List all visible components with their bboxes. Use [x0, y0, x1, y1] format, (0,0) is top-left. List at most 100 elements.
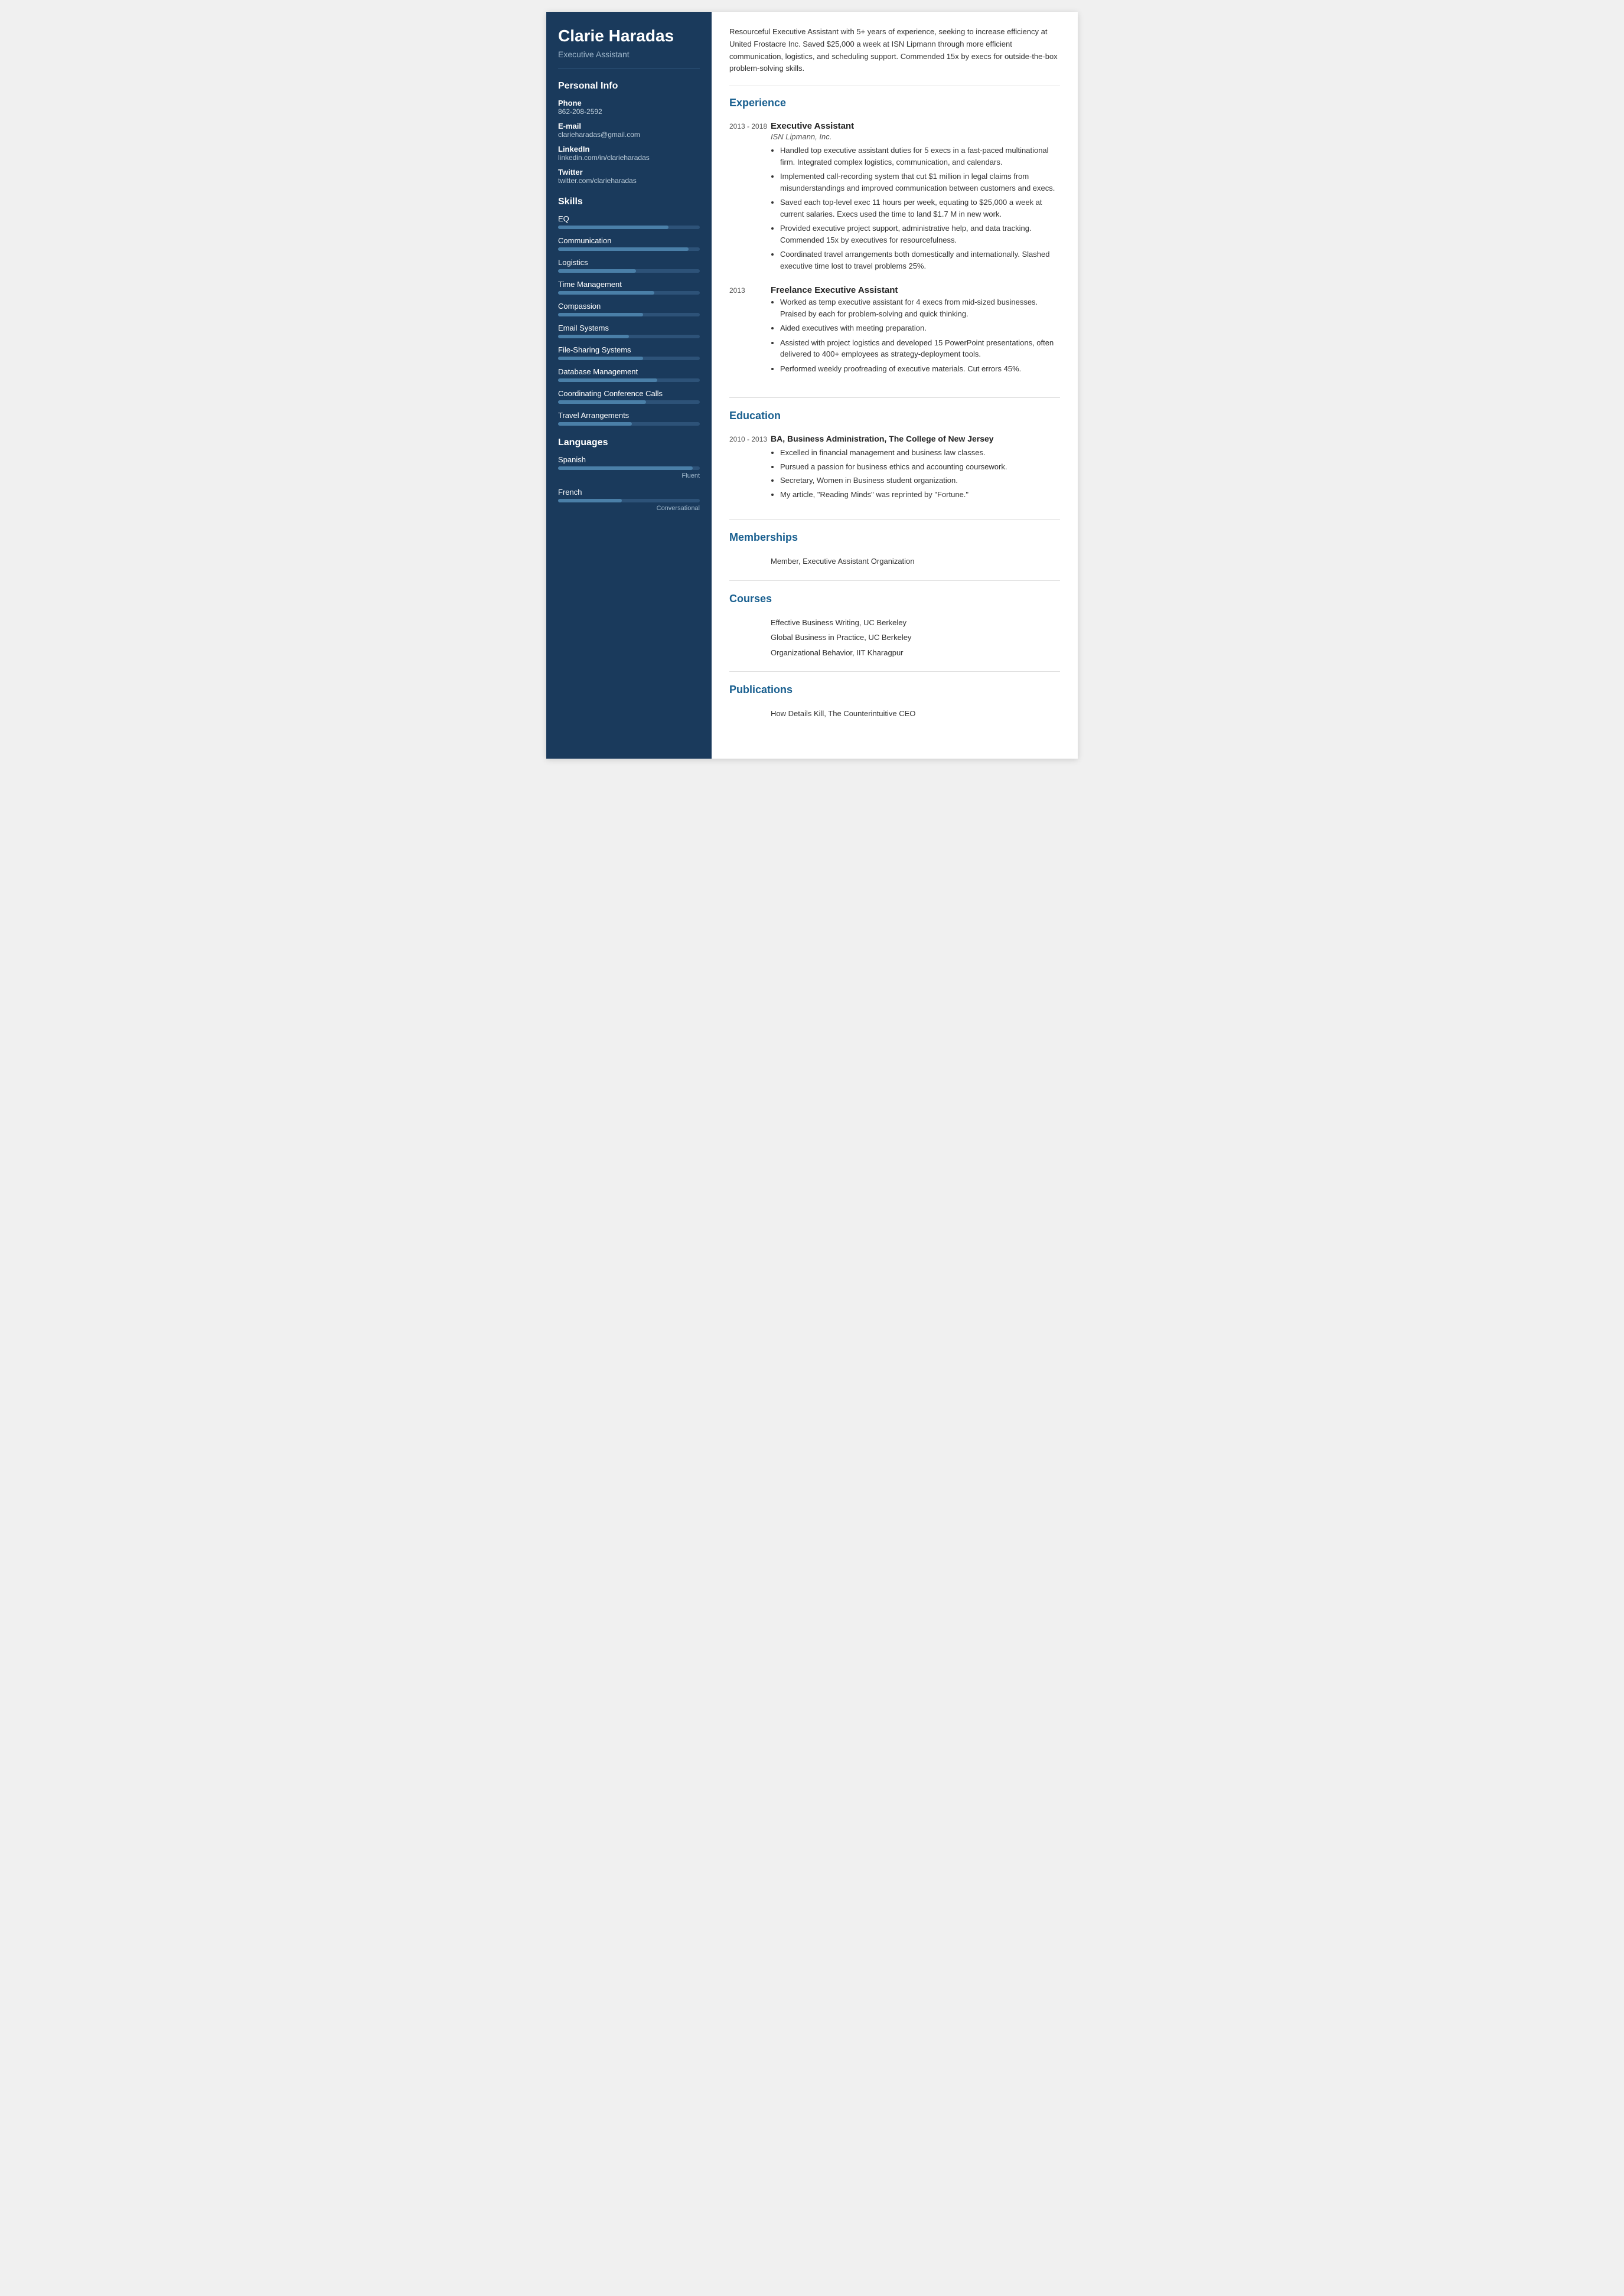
skill-bar-fill — [558, 378, 657, 382]
skill-name: Coordinating Conference Calls — [558, 389, 700, 398]
exp-content: Freelance Executive Assistant Worked as … — [771, 285, 1060, 377]
skill-name: Travel Arrangements — [558, 411, 700, 420]
skill-bar-bg — [558, 247, 700, 251]
twitter-value: twitter.com/clarieharadas — [558, 177, 700, 185]
education-heading: Education — [729, 410, 1060, 426]
course-row: Global Business in Practice, UC Berkeley — [729, 632, 1060, 644]
candidate-name: Clarie Haradas — [558, 26, 700, 46]
skill-item: Logistics — [558, 258, 700, 273]
skill-bar-bg — [558, 313, 700, 316]
linkedin-label: LinkedIn — [558, 145, 700, 153]
language-level: Fluent — [558, 472, 700, 479]
exp-bullets: Handled top executive assistant duties f… — [771, 145, 1060, 272]
email-label: E-mail — [558, 122, 700, 130]
edu-degree: BA, Business Administration, The College… — [771, 434, 1060, 443]
exp-bullet: Performed weekly proofreading of executi… — [780, 363, 1060, 375]
language-bar-fill — [558, 499, 622, 502]
courses-section: Courses Effective Business Writing, UC B… — [729, 593, 1060, 672]
skill-name: Time Management — [558, 280, 700, 289]
education-entry: 2010 - 2013 BA, Business Administration,… — [729, 434, 1060, 502]
experience-entry: 2013 - 2018 Executive Assistant ISN Lipm… — [729, 121, 1060, 275]
language-bar-bg — [558, 499, 700, 502]
exp-content: Executive Assistant ISN Lipmann, Inc. Ha… — [771, 121, 1060, 275]
exp-job-title: Executive Assistant — [771, 121, 1060, 131]
course-text: Organizational Behavior, IIT Kharagpur — [771, 647, 904, 659]
experience-list: 2013 - 2018 Executive Assistant ISN Lipm… — [729, 121, 1060, 377]
skill-bar-fill — [558, 313, 643, 316]
skill-name: Compassion — [558, 302, 700, 311]
languages-heading: Languages — [558, 437, 700, 448]
skill-bar-bg — [558, 422, 700, 426]
skill-name: File-Sharing Systems — [558, 345, 700, 354]
courses-heading: Courses — [729, 593, 1060, 609]
course-text: Global Business in Practice, UC Berkeley — [771, 632, 911, 644]
edu-bullet: Excelled in financial management and bus… — [780, 447, 1060, 459]
edu-bullet: Pursued a passion for business ethics an… — [780, 461, 1060, 473]
skill-name: EQ — [558, 214, 700, 223]
skill-bar-bg — [558, 357, 700, 360]
skill-bar-bg — [558, 400, 700, 404]
skill-bar-fill — [558, 269, 636, 273]
resume-container: Clarie Haradas Executive Assistant Perso… — [546, 12, 1078, 759]
exp-company: ISN Lipmann, Inc. — [771, 132, 1060, 141]
course-indent — [729, 617, 771, 629]
skill-item: Database Management — [558, 367, 700, 382]
skill-bar-fill — [558, 226, 668, 229]
membership-indent — [729, 556, 771, 567]
skill-bar-fill — [558, 357, 643, 360]
language-name: Spanish — [558, 455, 700, 464]
exp-bullet: Provided executive project support, admi… — [780, 223, 1060, 246]
language-item: French Conversational — [558, 488, 700, 512]
memberships-list: Member, Executive Assistant Organization — [729, 556, 1060, 567]
language-item: Spanish Fluent — [558, 455, 700, 479]
skill-item: Communication — [558, 236, 700, 251]
exp-bullet: Assisted with project logistics and deve… — [780, 337, 1060, 360]
phone-value: 862-208-2592 — [558, 107, 700, 116]
twitter-item: Twitter twitter.com/clarieharadas — [558, 168, 700, 185]
edu-bullets: Excelled in financial management and bus… — [771, 447, 1060, 500]
education-list: 2010 - 2013 BA, Business Administration,… — [729, 434, 1060, 502]
skill-bar-fill — [558, 422, 632, 426]
skill-name: Communication — [558, 236, 700, 245]
exp-bullet: Worked as temp executive assistant for 4… — [780, 296, 1060, 319]
language-bar-fill — [558, 466, 693, 470]
email-value: clarieharadas@gmail.com — [558, 130, 700, 139]
skill-item: EQ — [558, 214, 700, 229]
skill-bar-bg — [558, 291, 700, 295]
skill-item: Coordinating Conference Calls — [558, 389, 700, 404]
course-row: Effective Business Writing, UC Berkeley — [729, 617, 1060, 629]
publications-section: Publications How Details Kill, The Count… — [729, 684, 1060, 733]
exp-bullet: Aided executives with meeting preparatio… — [780, 322, 1060, 334]
main-content: Resourceful Executive Assistant with 5+ … — [712, 12, 1078, 759]
skills-heading: Skills — [558, 197, 700, 207]
exp-date: 2013 - 2018 — [729, 121, 771, 275]
phone-item: Phone 862-208-2592 — [558, 99, 700, 116]
skill-bar-fill — [558, 335, 629, 338]
exp-job-title: Freelance Executive Assistant — [771, 285, 1060, 295]
memberships-heading: Memberships — [729, 531, 1060, 547]
edu-bullet: My article, "Reading Minds" was reprinte… — [780, 489, 1060, 501]
summary-text: Resourceful Executive Assistant with 5+ … — [729, 26, 1060, 86]
skill-name: Database Management — [558, 367, 700, 376]
memberships-section: Memberships Member, Executive Assistant … — [729, 531, 1060, 581]
languages-list: Spanish Fluent French Conversational — [558, 455, 700, 512]
course-row: Organizational Behavior, IIT Kharagpur — [729, 647, 1060, 659]
sidebar: Clarie Haradas Executive Assistant Perso… — [546, 12, 712, 759]
experience-section: Experience 2013 - 2018 Executive Assista… — [729, 97, 1060, 398]
linkedin-value: linkedin.com/in/clarieharadas — [558, 153, 700, 162]
skill-name: Logistics — [558, 258, 700, 267]
exp-bullet: Coordinated travel arrangements both dom… — [780, 249, 1060, 272]
skill-item: Email Systems — [558, 324, 700, 338]
skill-bar-bg — [558, 269, 700, 273]
exp-bullet: Handled top executive assistant duties f… — [780, 145, 1060, 168]
edu-date: 2010 - 2013 — [729, 434, 771, 502]
skill-bar-bg — [558, 226, 700, 229]
experience-heading: Experience — [729, 97, 1060, 113]
exp-bullet: Implemented call-recording system that c… — [780, 171, 1060, 194]
skill-item: Time Management — [558, 280, 700, 295]
skill-bar-bg — [558, 335, 700, 338]
skill-bar-fill — [558, 247, 689, 251]
language-bar-bg — [558, 466, 700, 470]
exp-bullet: Saved each top-level exec 11 hours per w… — [780, 197, 1060, 220]
edu-bullet: Secretary, Women in Business student org… — [780, 475, 1060, 486]
